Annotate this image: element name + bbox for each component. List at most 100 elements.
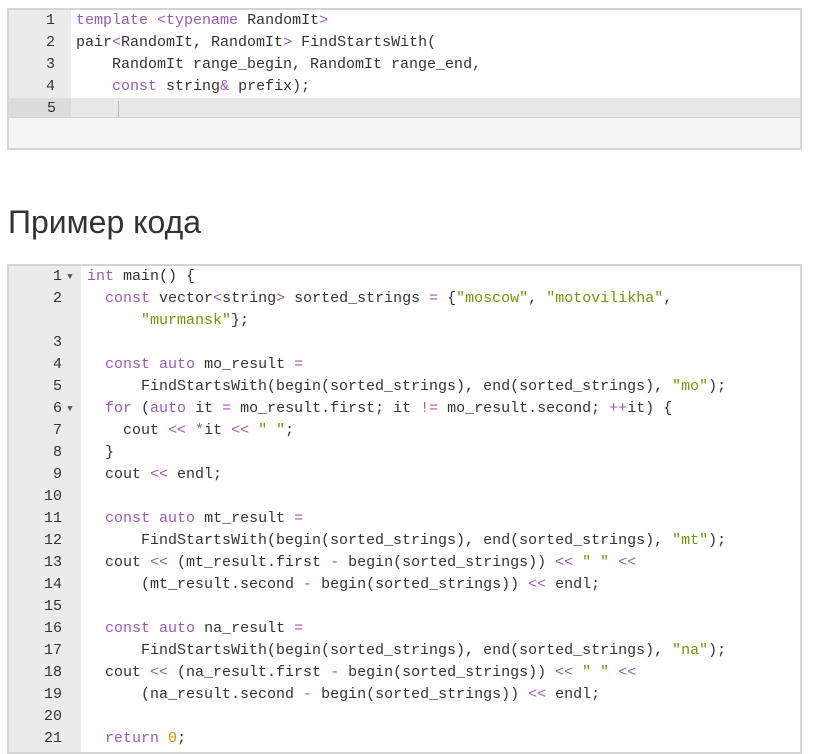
code-line[interactable]: 17 FindStartsWith(begin(sorted_strings),…: [9, 640, 800, 662]
code-line[interactable]: 7 cout << *it << " ";: [9, 420, 800, 442]
code-token: FindStartsWith(begin(sorted_strings), en…: [87, 378, 673, 395]
line-number: 2: [45, 34, 55, 51]
code-token: "murmansk": [141, 312, 232, 329]
fold-arrow-icon[interactable]: ▼: [64, 266, 76, 288]
code-line[interactable]: 21 return 0;: [9, 728, 800, 750]
code-line[interactable]: 15: [9, 596, 800, 618]
code-token: " ": [582, 664, 610, 681]
code-token: <<: [528, 576, 547, 593]
code-token: ;: [285, 422, 295, 439]
code-line[interactable]: 12 FindStartsWith(begin(sorted_strings),…: [9, 530, 800, 552]
code-token: "motovilikha": [546, 290, 664, 307]
code-token: it: [204, 422, 232, 439]
code-token: string: [222, 290, 277, 307]
code-line[interactable]: 19 (na_result.second - begin(sorted_stri…: [9, 684, 800, 706]
line-number: 21: [43, 730, 62, 747]
code-line[interactable]: 2 pair<RandomIt, RandomIt> FindStartsWith…: [9, 32, 800, 54]
code-token: it) {: [627, 400, 673, 417]
code-text: RandomIt range_begin, RandomIt range_end…: [76, 54, 481, 76]
code-token: -: [303, 576, 313, 593]
code-text: (na_result.second - begin(sorted_strings…: [87, 684, 600, 706]
code-token: for: [105, 400, 133, 417]
code-token: );: [708, 642, 727, 659]
code-token: mo_result: [195, 356, 295, 373]
code-token: cout: [87, 554, 151, 571]
code-line[interactable]: 11 const auto mt_result =: [9, 508, 800, 530]
code-token: ,: [663, 290, 673, 307]
code-line[interactable]: 13 cout << (mt_result.first - begin(sort…: [9, 552, 800, 574]
code-lines[interactable]: 1 ▼ int main() {2 const vector<string> sor…: [9, 266, 800, 750]
code-editor-example[interactable]: 1 ▼ int main() {2 const vector<string> sor…: [7, 264, 802, 754]
line-number: 15: [43, 598, 62, 615]
code-line[interactable]: 4 const auto mo_result =: [9, 354, 800, 376]
line-number: 1: [45, 12, 55, 29]
code-text: return 0;: [87, 728, 186, 750]
code-token: =: [294, 510, 304, 527]
code-token: <<: [555, 554, 574, 571]
code-line[interactable]: 14 (mt_result.second - begin(sorted_stri…: [9, 574, 800, 596]
code-text: cout << (na_result.first - begin(sorted_…: [87, 662, 636, 684]
code-editor-snippet[interactable]: 1 template <typename RandomIt> 2 pair<Rando…: [7, 8, 802, 150]
code-token: const: [105, 290, 151, 307]
code-token: <: [112, 34, 122, 51]
code-token: (na_result.second: [87, 686, 304, 703]
code-token: <: [213, 290, 223, 307]
code-line[interactable]: 3 RandomIt range_begin, RandomIt range_e…: [9, 54, 800, 76]
code-token: ,: [528, 290, 547, 307]
code-line[interactable]: 4 const string& prefix);: [9, 76, 800, 98]
code-token: -: [303, 686, 313, 703]
code-token: endl;: [546, 576, 601, 593]
code-line[interactable]: 1 ▼ int main() {: [9, 266, 800, 288]
code-line[interactable]: 8 }: [9, 442, 800, 464]
code-line[interactable]: 10: [9, 486, 800, 508]
code-text: const auto mt_result =: [87, 508, 303, 530]
code-line[interactable]: 2 const vector<string> sorted_strings = …: [9, 288, 800, 310]
code-line[interactable]: 20: [9, 706, 800, 728]
line-number: 18: [43, 664, 62, 681]
code-line[interactable]: 16 const auto na_result =: [9, 618, 800, 640]
code-token: >: [319, 12, 329, 29]
code-token: " ": [258, 422, 286, 439]
code-line[interactable]: 6 ▼ for (auto it = mo_result.first; it !=…: [9, 398, 800, 420]
code-text: for (auto it = mo_result.first; it != mo…: [87, 398, 672, 420]
code-line[interactable]: 1 template <typename RandomIt>: [9, 10, 800, 32]
code-token: na_result: [195, 620, 295, 637]
code-line[interactable]: 3: [9, 332, 800, 354]
code-token: FindStartsWith(begin(sorted_strings), en…: [87, 532, 673, 549]
code-line[interactable]: "murmansk"};: [9, 310, 800, 332]
line-number: 9: [52, 466, 62, 483]
line-number: 17: [43, 642, 62, 659]
code-line[interactable]: 9 cout << endl;: [9, 464, 800, 486]
code-token: <<: [168, 422, 187, 439]
code-token: begin(sorted_strings)): [312, 576, 529, 593]
code-text: (mt_result.second - begin(sorted_strings…: [87, 574, 600, 596]
line-number: 8: [52, 444, 62, 461]
code-line[interactable]: 18 cout << (na_result.first - begin(sort…: [9, 662, 800, 684]
code-token: !=: [420, 400, 439, 417]
code-token: (mt_result.second: [87, 576, 304, 593]
code-line[interactable]: 5 FindStartsWith(begin(sorted_strings), …: [9, 376, 800, 398]
code-token: mo_result.first; it: [231, 400, 421, 417]
code-token: cout: [87, 466, 151, 483]
code-text: const string& prefix);: [76, 76, 310, 98]
code-token: auto: [159, 620, 196, 637]
line-number: 4: [45, 78, 55, 95]
code-token: int: [87, 268, 115, 285]
code-lines[interactable]: 1 template <typename RandomIt> 2 pair<Rando…: [9, 10, 800, 120]
code-token: RandomIt, RandomIt: [121, 34, 284, 51]
code-token: endl;: [168, 466, 223, 483]
code-token: RandomIt range_begin, RandomIt range_end…: [76, 56, 482, 73]
code-token: (mt_result.first: [168, 554, 331, 571]
fold-arrow-icon[interactable]: ▼: [64, 398, 76, 420]
line-number: 16: [43, 620, 62, 637]
